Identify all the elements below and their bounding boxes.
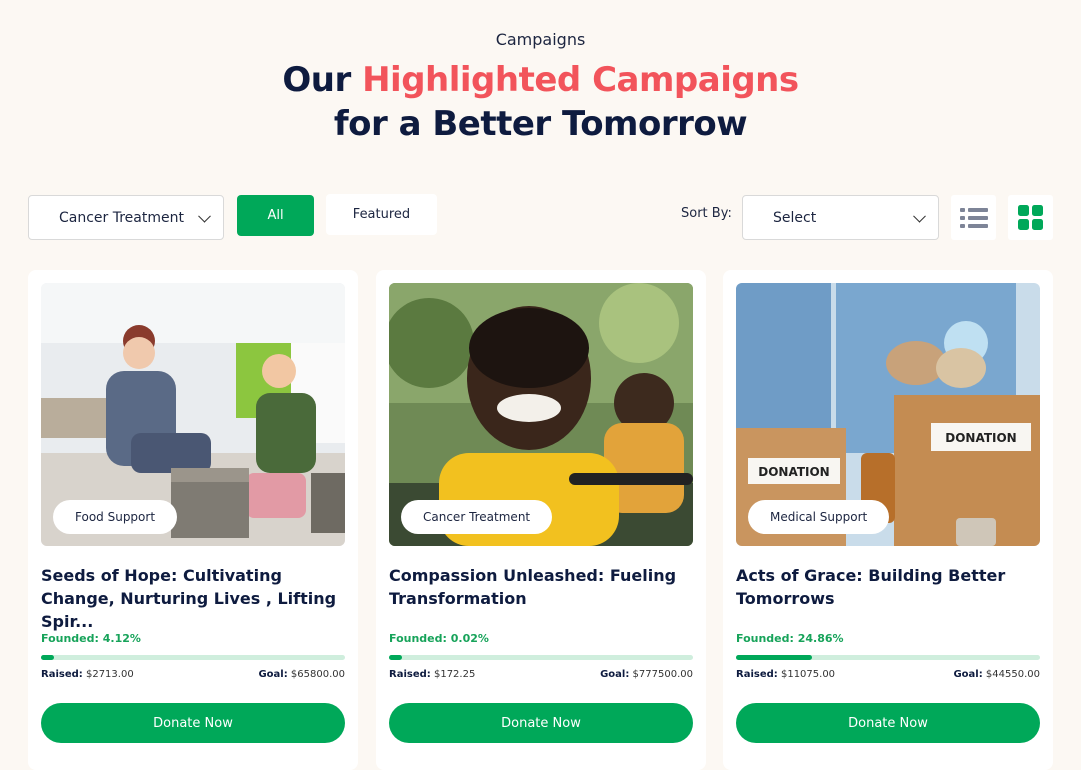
goal-label: Goal: <box>258 669 288 680</box>
sort-select-value: Select <box>773 209 817 226</box>
title-prefix: Our <box>282 60 351 100</box>
raised-value: $11075.00 <box>780 669 836 680</box>
founded-label: Founded: <box>736 632 794 645</box>
campaign-tag[interactable]: Medical Support <box>748 500 890 534</box>
sort-select[interactable]: Select <box>742 195 939 240</box>
goal-label: Goal: <box>953 669 983 680</box>
campaign-title[interactable]: Acts of Grace: Building Better Tomorrows <box>736 564 1040 610</box>
raised-amount: Raised: $2713.00 <box>41 669 134 680</box>
raised-value: $2713.00 <box>85 669 134 680</box>
donation-label: DONATION <box>945 431 1016 445</box>
donate-now-button[interactable]: Donate Now <box>736 703 1040 743</box>
filter-all-button[interactable]: All <box>237 195 314 236</box>
donate-now-button[interactable]: Donate Now <box>389 703 693 743</box>
filter-featured-button[interactable]: Featured <box>326 194 437 235</box>
campaign-card[interactable]: Cancer Treatment Compassion Unleashed: F… <box>376 270 706 770</box>
campaign-card[interactable]: Food Support Seeds of Hope: Cultivating … <box>28 270 358 770</box>
founded-value: 24.86% <box>797 632 844 645</box>
progress-bar <box>736 655 1040 660</box>
raised-label: Raised: <box>389 669 431 680</box>
founded-percentage: Founded: 4.12% <box>41 632 141 645</box>
campaign-title[interactable]: Compassion Unleashed: Fueling Transforma… <box>389 564 693 610</box>
title-line-2: for a Better Tomorrow <box>333 104 748 144</box>
raised-label: Raised: <box>736 669 778 680</box>
campaign-image[interactable]: DONATION DONATION Medical Support <box>736 283 1040 546</box>
progress-fill <box>736 655 812 660</box>
goal-value: $44550.00 <box>985 669 1040 680</box>
founded-value: 0.02% <box>450 632 489 645</box>
grid-view-button[interactable] <box>1008 195 1053 240</box>
campaign-image[interactable]: Food Support <box>41 283 345 546</box>
list-view-button[interactable] <box>951 195 996 240</box>
category-select-value: Cancer Treatment <box>59 209 184 226</box>
goal-amount: Goal: $65800.00 <box>258 669 345 680</box>
raised-value: $172.25 <box>433 669 476 680</box>
grid-icon <box>1018 205 1043 230</box>
section-title: Our Highlighted Campaigns for a Better T… <box>0 58 1081 146</box>
goal-value: $65800.00 <box>290 669 345 680</box>
founded-percentage: Founded: 24.86% <box>736 632 844 645</box>
raised-amount: Raised: $172.25 <box>389 669 475 680</box>
goal-amount: Goal: $44550.00 <box>953 669 1040 680</box>
campaign-tag[interactable]: Cancer Treatment <box>401 500 553 534</box>
founded-value: 4.12% <box>102 632 141 645</box>
list-icon <box>959 207 988 228</box>
goal-amount: Goal: $777500.00 <box>600 669 693 680</box>
donation-label: DONATION <box>758 465 829 479</box>
founded-percentage: Founded: 0.02% <box>389 632 489 645</box>
progress-bar <box>41 655 345 660</box>
title-accent: Highlighted Campaigns <box>362 60 799 100</box>
sort-label: Sort By: <box>681 206 732 221</box>
goal-label: Goal: <box>600 669 630 680</box>
section-eyebrow: Campaigns <box>495 30 586 49</box>
donate-now-button[interactable]: Donate Now <box>41 703 345 743</box>
founded-label: Founded: <box>389 632 447 645</box>
goal-value: $777500.00 <box>632 669 693 680</box>
campaign-title[interactable]: Seeds of Hope: Cultivating Change, Nurtu… <box>41 564 345 633</box>
category-select[interactable]: Cancer Treatment <box>28 195 224 240</box>
campaign-image[interactable]: Cancer Treatment <box>389 283 693 546</box>
raised-amount: Raised: $11075.00 <box>736 669 835 680</box>
chevron-down-icon <box>913 209 926 223</box>
campaign-card[interactable]: DONATION DONATION Medical Support Acts o… <box>723 270 1053 770</box>
raised-label: Raised: <box>41 669 83 680</box>
founded-label: Founded: <box>41 632 99 645</box>
progress-fill <box>41 655 55 660</box>
chevron-down-icon <box>198 209 211 223</box>
progress-fill <box>389 655 403 660</box>
progress-bar <box>389 655 693 660</box>
campaign-tag[interactable]: Food Support <box>53 500 178 534</box>
